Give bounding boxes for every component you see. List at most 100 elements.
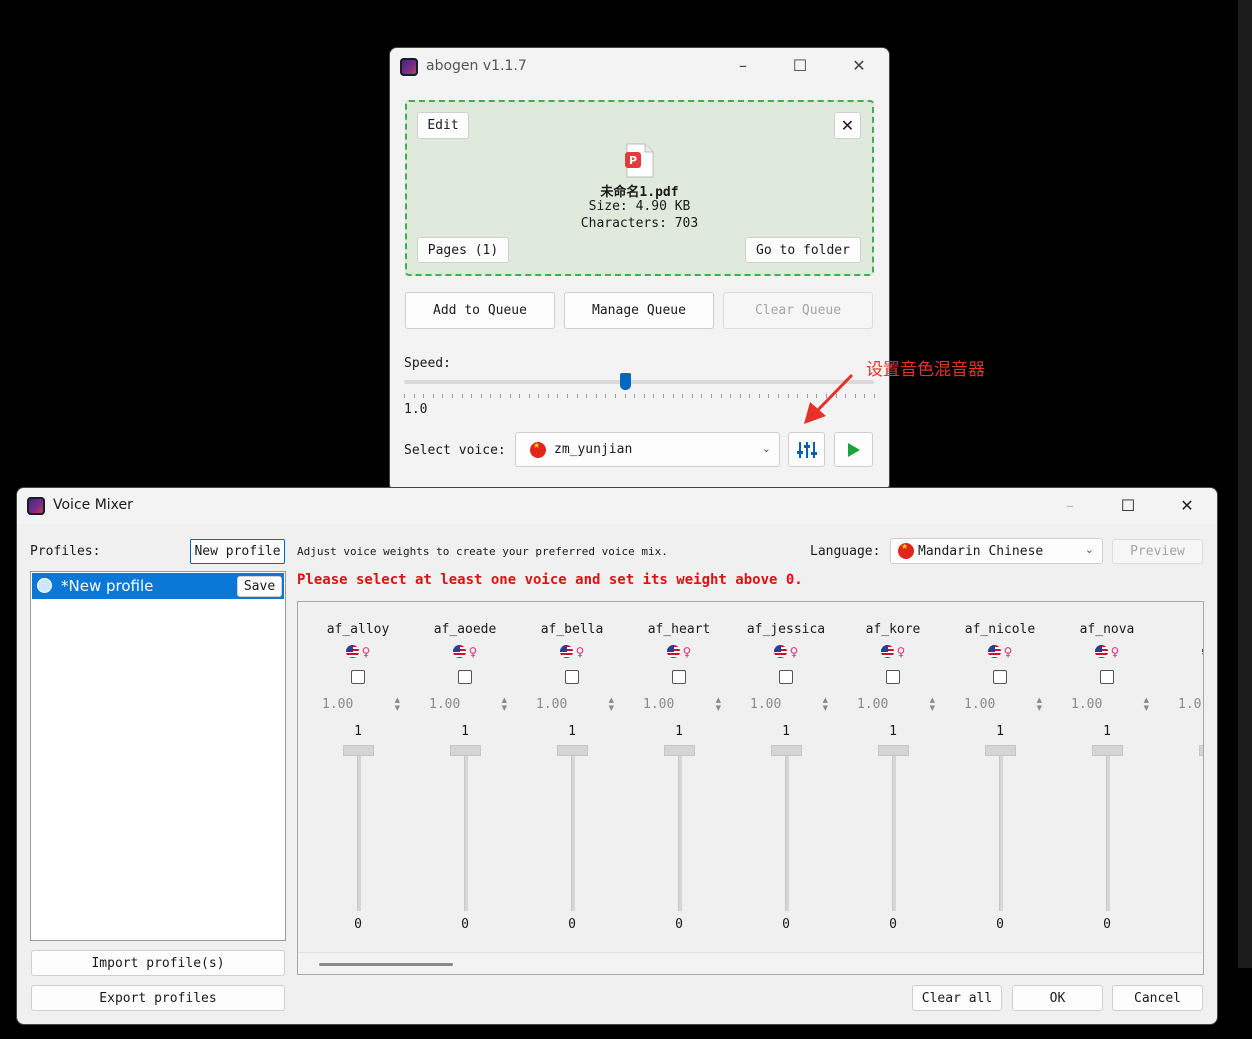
weight-slider-handle[interactable] [1199,745,1203,756]
weight-slider-track[interactable] [571,756,575,911]
voice-name: af_bella [540,622,604,637]
voice-checkbox[interactable] [565,670,579,684]
clear-queue-button[interactable]: Clear Queue [723,292,873,329]
weight-slider-handle[interactable] [557,745,588,756]
selected-voice: zm_yunjian [554,442,633,457]
weight-spinbox[interactable]: 1.00 ▲ ▼ [532,696,614,714]
voice-name: af_alloy [326,622,390,637]
speed-tick [404,394,405,398]
voice-checkbox[interactable] [458,670,472,684]
add-to-queue-button[interactable]: Add to Queue [405,292,555,329]
language-select[interactable]: Mandarin Chinese ⌄ [890,538,1103,564]
weight-slider-track[interactable] [678,756,682,911]
voice-name: af_heart [647,622,711,637]
ok-button[interactable]: OK [1012,985,1103,1011]
spin-arrows-icon[interactable]: ▲ ▼ [395,696,400,712]
speed-tick [634,394,636,398]
play-voice-button[interactable] [834,432,873,467]
us-flag-icon [987,645,1001,658]
background-window-edge [1238,0,1252,968]
voice-name: af_nicole [964,622,1036,637]
china-flag-icon [530,441,546,458]
spin-arrows-icon[interactable]: ▲ ▼ [716,696,721,712]
pages-button[interactable]: Pages (1) [417,237,509,263]
voice-checkbox[interactable] [351,670,365,684]
maximize-icon[interactable]: ☐ [1117,494,1139,516]
voice-checkbox[interactable] [1100,670,1114,684]
minimize-icon[interactable]: – [732,54,754,76]
slider-max-label: 1 [889,724,897,739]
weight-spinbox[interactable]: 1.00 ▲ ▼ [639,696,721,714]
close-icon[interactable]: ✕ [1176,494,1198,516]
slider-max-label: 1 [782,724,790,739]
speed-tick [643,394,645,398]
weight-slider-handle[interactable] [343,745,374,756]
speed-tick [720,394,722,398]
speed-slider-handle[interactable] [619,373,631,390]
weight-slider-handle[interactable] [985,745,1016,756]
profile-item[interactable]: *New profile Save [32,573,284,599]
export-profiles-button[interactable]: Export profiles [31,985,285,1011]
mixer-title: Voice Mixer [53,497,133,513]
weight-slider-track[interactable] [357,756,361,911]
speed-tick [701,394,703,398]
weight-slider-track[interactable] [999,756,1003,911]
profile-list[interactable] [30,571,286,941]
preview-button[interactable]: Preview [1112,539,1203,564]
save-profile-button[interactable]: Save [237,576,282,597]
speed-tick [461,394,463,398]
weight-slider-handle[interactable] [771,745,802,756]
weight-spinbox[interactable]: 1.0▲▼ [1174,696,1203,714]
speed-tick [509,394,511,398]
weight-spinbox[interactable]: 1.00 ▲ ▼ [425,696,507,714]
voice-select[interactable]: zm_yunjian ⌄ [515,432,780,467]
spin-arrows-icon[interactable]: ▲ ▼ [609,696,614,712]
weight-slider-handle[interactable] [450,745,481,756]
weight-slider-track[interactable] [464,756,468,911]
weight-spinbox[interactable]: 1.00 ▲ ▼ [318,696,400,714]
us-flag-icon [1094,645,1108,658]
weight-spinbox[interactable]: 1.00 ▲ ▼ [853,696,935,714]
edit-button[interactable]: Edit [417,112,469,139]
close-icon[interactable]: ✕ [848,54,870,76]
weight-spinbox[interactable]: 1.00 ▲ ▼ [1067,696,1149,714]
clear-all-button[interactable]: Clear all [912,985,1002,1011]
minimize-icon[interactable]: – [1059,494,1081,516]
us-flag-icon [1201,645,1203,658]
weight-slider-handle[interactable] [878,745,909,756]
spin-arrows-icon[interactable]: ▲ ▼ [502,696,507,712]
spin-arrows-icon[interactable]: ▲ ▼ [930,696,935,712]
new-profile-button[interactable]: New profile [190,539,285,564]
file-size: Size: 4.90 KB [588,199,691,214]
weight-slider-track[interactable] [785,756,789,911]
speed-tick [547,394,549,398]
maximize-icon[interactable]: ☐ [789,54,811,76]
weight-slider-handle[interactable] [664,745,695,756]
cancel-button[interactable]: Cancel [1112,985,1203,1011]
spin-arrows-icon[interactable]: ▲ ▼ [1144,696,1149,712]
remove-file-button[interactable]: ✕ [834,112,861,139]
import-profiles-button[interactable]: Import profile(s) [31,950,285,976]
spin-arrows-icon[interactable]: ▲ ▼ [823,696,828,712]
slider-max-label: 1 [1103,724,1111,739]
speed-tick [864,394,866,398]
scrollbar-thumb[interactable] [319,963,453,966]
slider-min-label: 0 [782,917,790,932]
weight-slider-handle[interactable] [1092,745,1123,756]
voice-checkbox[interactable] [993,670,1007,684]
spin-arrows-icon[interactable]: ▲ ▼ [1037,696,1042,712]
horizontal-scrollbar[interactable] [298,952,1203,974]
weight-value: 1.00 [429,697,461,712]
voice-checkbox[interactable] [672,670,686,684]
voice-mixer-button[interactable] [788,432,825,467]
weight-slider-track[interactable] [1106,756,1110,911]
weight-slider-track[interactable] [892,756,896,911]
weight-spinbox[interactable]: 1.00 ▲ ▼ [746,696,828,714]
weight-value: 1.00 [536,697,568,712]
weight-spinbox[interactable]: 1.00 ▲ ▼ [960,696,1042,714]
female-icon: ♀ [468,644,478,659]
manage-queue-button[interactable]: Manage Queue [564,292,714,329]
go-to-folder-button[interactable]: Go to folder [745,237,861,263]
voice-checkbox[interactable] [886,670,900,684]
voice-checkbox[interactable] [779,670,793,684]
